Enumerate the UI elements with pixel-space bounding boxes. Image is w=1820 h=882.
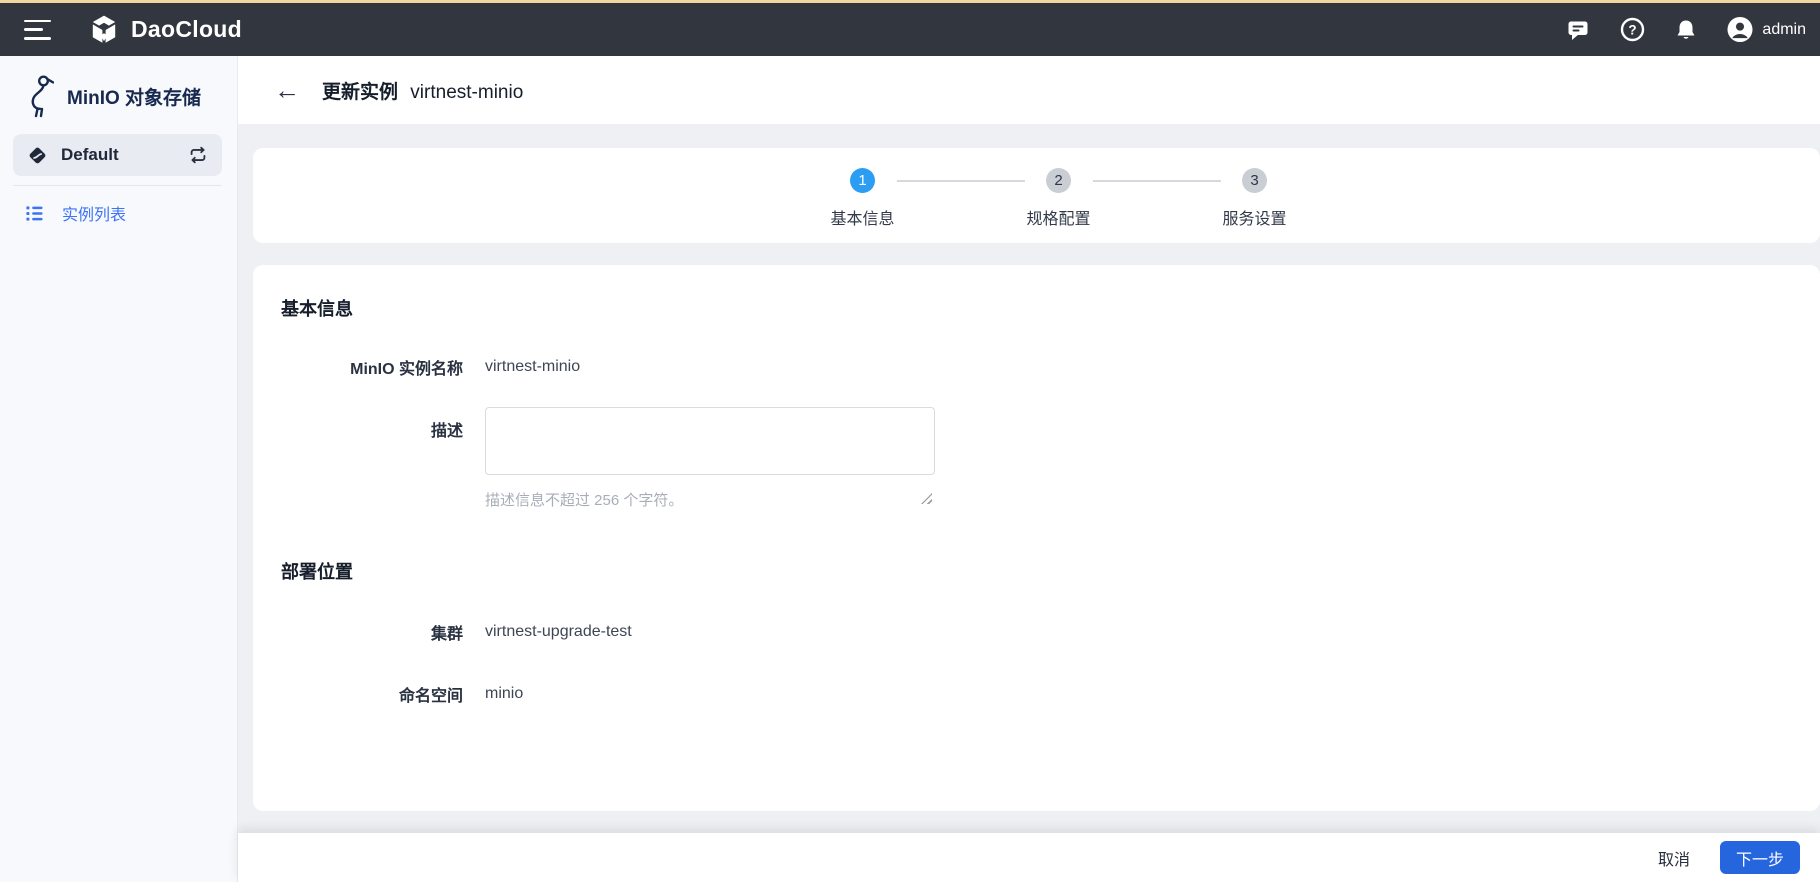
username-label: admin [1762,20,1806,38]
stepper-card: 1 基本信息 2 规格配置 3 服务设置 [253,148,1820,243]
page-header: ← 更新实例 virtnest-minio [238,56,1820,124]
section-heading-basic-info: 基本信息 [281,299,353,319]
step-service-settings[interactable]: 3 服务设置 [1223,168,1287,229]
app-root: DaoCloud ? admin MinIO 对象存储 Default 实例列表… [0,0,1820,882]
help-icon[interactable]: ? [1619,17,1645,43]
form-row-instance-name: MinIO 实例名称 virtnest-minio [253,355,1820,379]
namespace-label: 命名空间 [398,688,463,705]
top-navbar: DaoCloud ? admin [0,3,1820,56]
workspace-switch-icon[interactable] [187,144,209,166]
step-number-badge: 3 [1242,168,1267,193]
step-connector [1092,180,1221,182]
back-arrow-icon[interactable]: ← [274,77,300,103]
notifications-bell-icon[interactable] [1673,17,1699,43]
menu-toggle-icon[interactable] [24,19,51,40]
svg-text:?: ? [1628,22,1636,37]
form-row-namespace: 命名空间 minio [253,682,1820,706]
list-icon [24,203,45,224]
cancel-button[interactable]: 取消 [1658,846,1690,870]
daocloud-logo-icon [88,14,120,46]
form-card: 基本信息 MinIO 实例名称 virtnest-minio 描述 描述信息不超… [253,265,1820,811]
page-title: 更新实例 virtnest-minio [322,77,523,104]
cluster-value: virtnest-upgrade-test [485,623,632,640]
workspace-name: Default [61,145,119,164]
workspace-selector[interactable]: Default [13,134,222,176]
sidebar: MinIO 对象存储 Default 实例列表 [0,56,238,882]
minio-bird-icon [24,74,54,118]
description-textarea[interactable] [485,407,935,475]
brand-name: DaoCloud [131,16,242,42]
wizard-footer: 取消 下一步 [238,833,1820,882]
sidebar-item-label: 实例列表 [62,207,127,224]
instance-name-label: MinIO 实例名称 [350,361,463,378]
page-content: 1 基本信息 2 规格配置 3 服务设置 基本信息 MinIO 实例名称 vir… [238,124,1820,833]
page-title-action: 更新实例 [322,81,399,103]
main-area: ← 更新实例 virtnest-minio 1 基本信息 2 规格配置 3 服务… [238,56,1820,882]
module-title: MinIO 对象存储 [67,87,202,109]
cluster-label: 集群 [430,626,463,643]
user-menu[interactable]: admin [1727,16,1806,43]
step-label: 基本信息 [830,211,895,228]
step-label: 规格配置 [1026,211,1091,228]
form-row-cluster: 集群 virtnest-upgrade-test [253,620,1820,644]
step-number-badge: 1 [850,168,875,193]
sidebar-module-header: MinIO 对象存储 [0,56,237,132]
brand-home-link[interactable]: DaoCloud [88,14,242,46]
sidebar-item-instance-list[interactable]: 实例列表 [0,186,237,240]
namespace-value: minio [485,685,524,702]
section-heading-deploy-location: 部署位置 [281,562,353,582]
next-step-button[interactable]: 下一步 [1720,841,1800,874]
instance-name-value: virtnest-minio [485,358,581,375]
user-avatar-icon [1727,16,1753,43]
workspace-icon [27,145,48,166]
step-spec-config[interactable]: 2 规格配置 [1027,168,1091,229]
page-title-instance: virtnest-minio [410,81,524,103]
step-number-badge: 2 [1046,168,1071,193]
wizard-stepper: 1 基本信息 2 规格配置 3 服务设置 [275,148,1820,229]
messages-icon[interactable] [1565,17,1591,43]
navbar-actions: ? admin [1565,16,1806,43]
description-label: 描述 [430,423,463,440]
step-basic-info[interactable]: 1 基本信息 [831,168,895,229]
form-row-description: 描述 描述信息不超过 256 个字符。 [253,407,1820,510]
description-hint: 描述信息不超过 256 个字符。 [485,492,684,509]
step-label: 服务设置 [1222,211,1287,228]
step-connector [896,180,1025,182]
